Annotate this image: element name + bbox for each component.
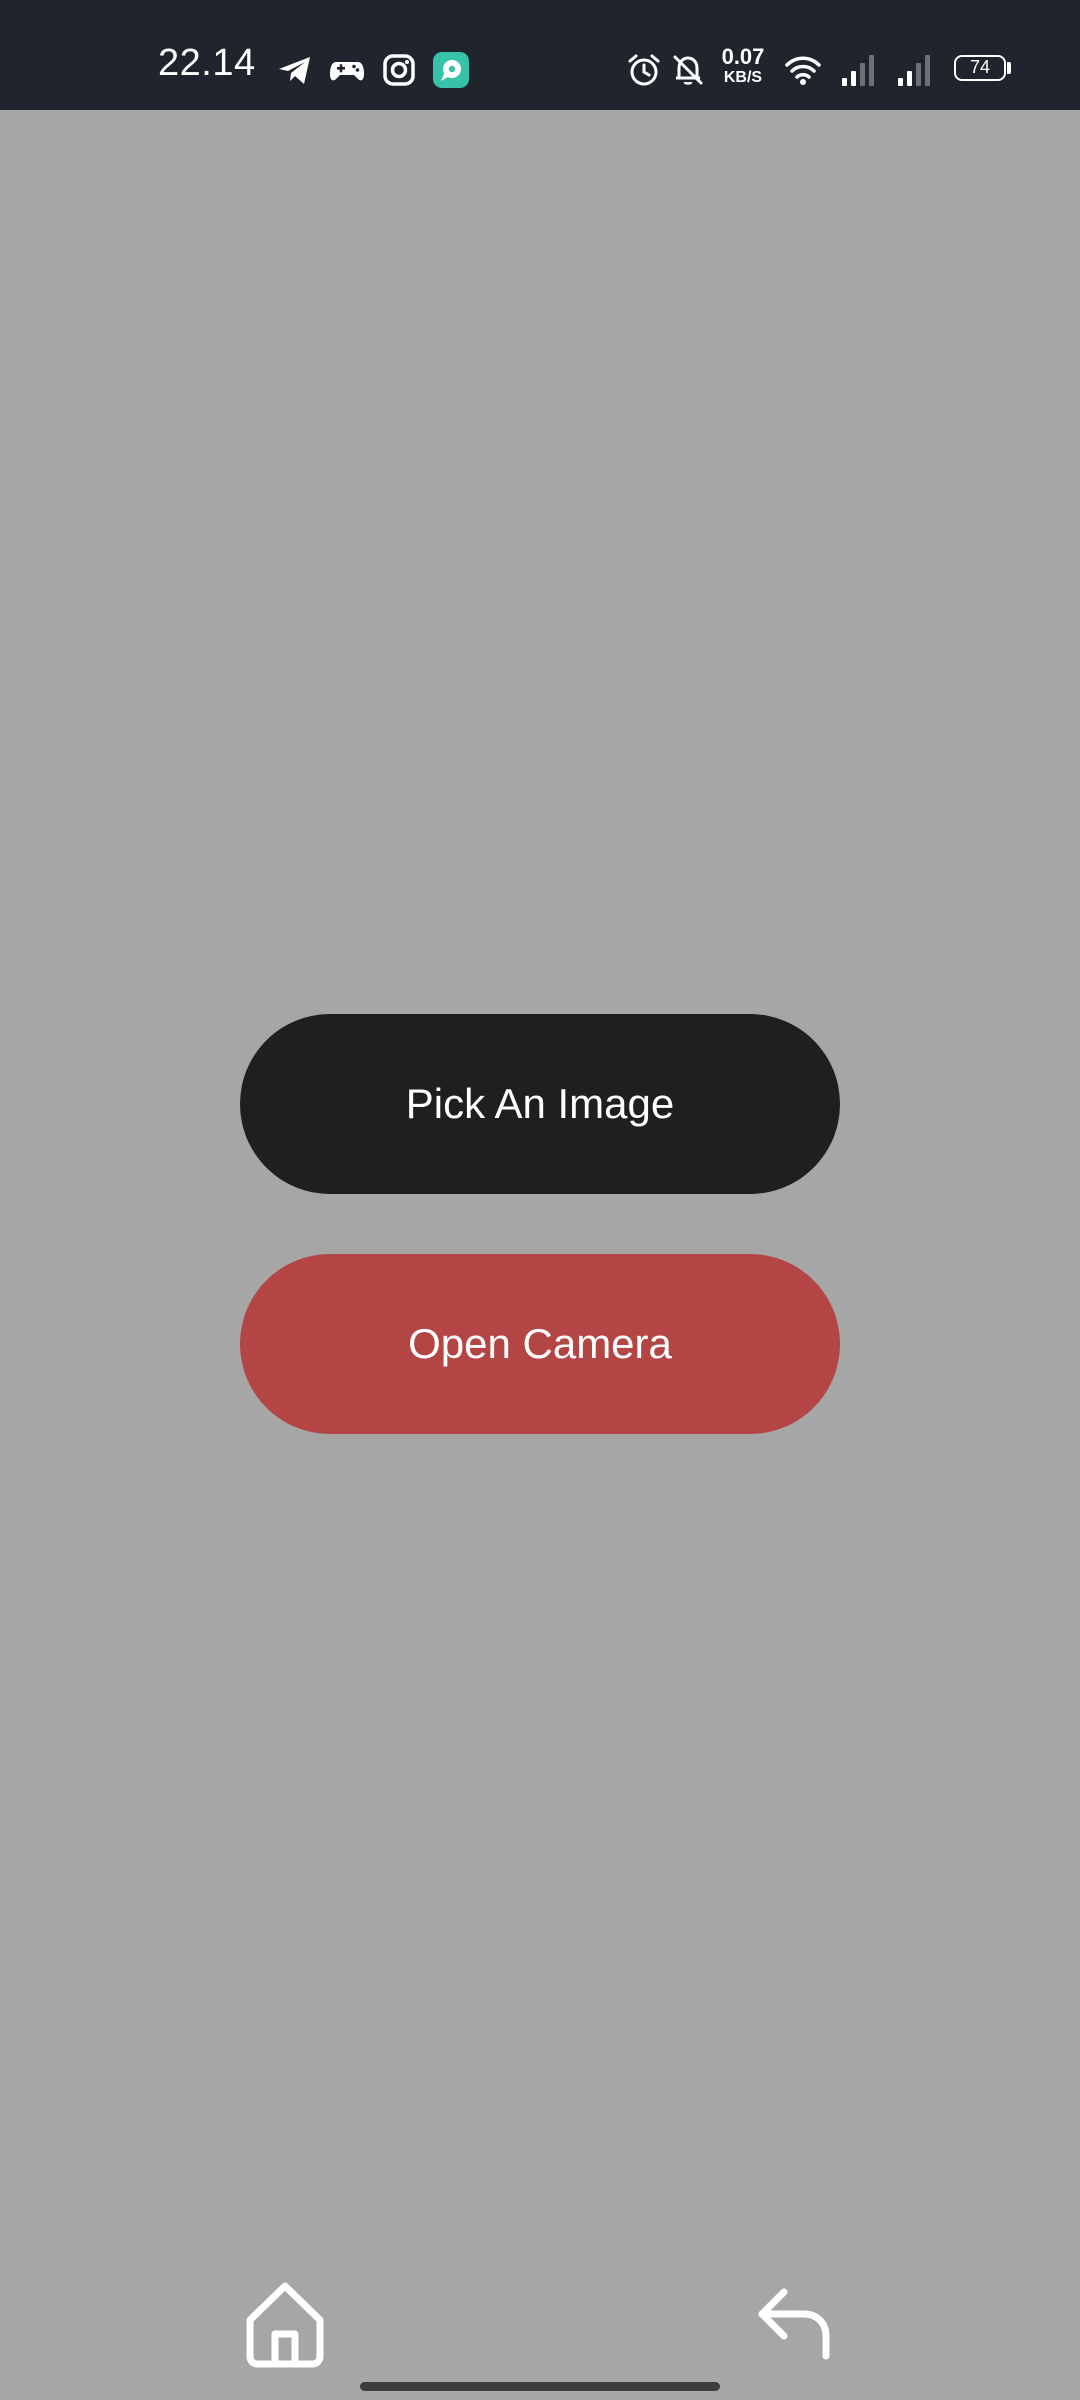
open-camera-button[interactable]: Open Camera <box>240 1254 840 1434</box>
status-time: 22.14 <box>158 42 256 84</box>
network-speed-value: 0.07 <box>721 44 765 69</box>
network-speed: 0.07 KB/S <box>715 46 771 86</box>
instagram-icon <box>379 50 419 90</box>
telegram-icon <box>275 50 315 90</box>
home-indicator[interactable] <box>360 2382 720 2391</box>
wifi-icon <box>783 50 823 90</box>
signal-icon <box>838 50 878 90</box>
pick-image-label: Pick An Image <box>405 1080 675 1127</box>
bell-off-icon <box>668 50 708 90</box>
back-icon[interactable] <box>748 2280 838 2370</box>
open-camera-label: Open Camera <box>408 1320 672 1367</box>
status-bar: 22.14 0.07 KB/S 74 <box>0 0 1080 110</box>
network-speed-unit: KB/S <box>723 69 763 86</box>
alarm-icon <box>624 50 664 90</box>
home-icon[interactable] <box>240 2280 330 2370</box>
chat-app-icon <box>431 50 471 90</box>
gamepad-icon <box>327 50 367 90</box>
signal-icon <box>894 50 934 90</box>
battery-cap <box>1007 62 1011 74</box>
pick-image-button[interactable]: Pick An Image <box>240 1014 840 1194</box>
battery-level: 74 <box>969 57 991 77</box>
battery-icon: 74 <box>954 55 1006 81</box>
